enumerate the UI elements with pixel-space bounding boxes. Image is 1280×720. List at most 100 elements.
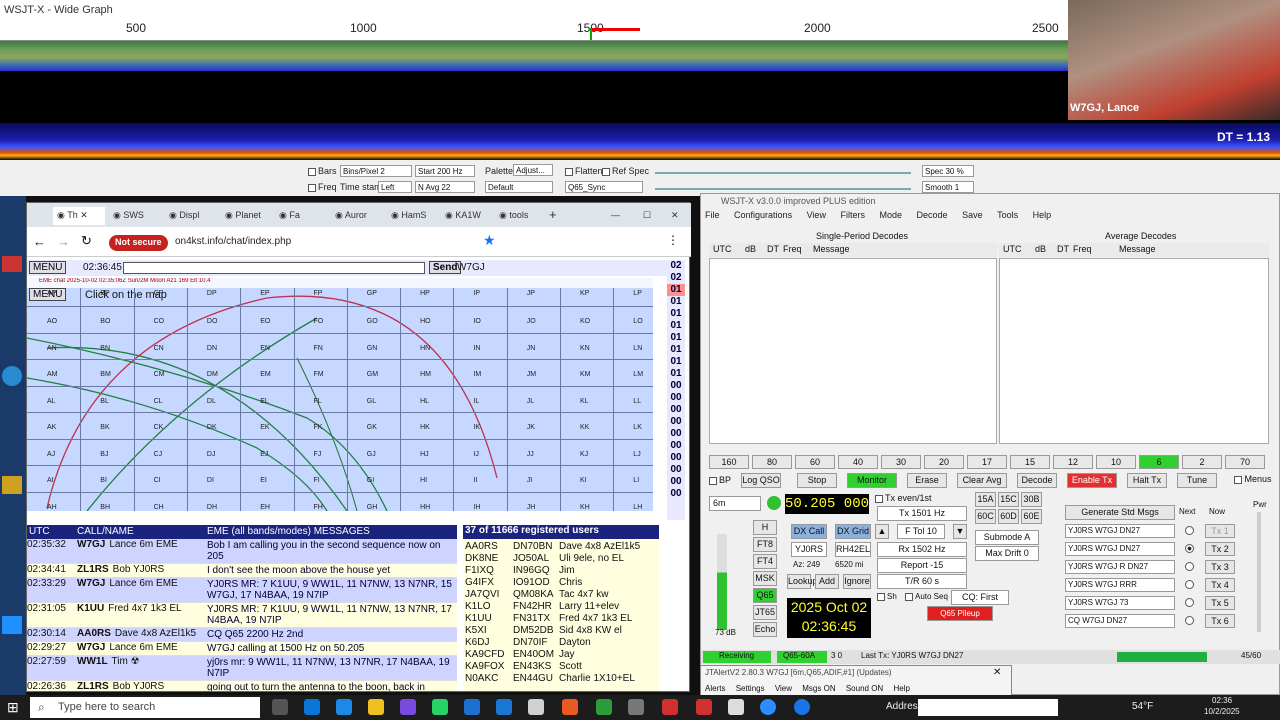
maximize-icon[interactable]: ☐ bbox=[639, 207, 655, 225]
tr-preset-button[interactable]: 60E bbox=[1021, 509, 1042, 524]
user-call[interactable]: KA9CFD bbox=[465, 649, 511, 660]
halt-tx-button[interactable]: Halt Tx bbox=[1127, 473, 1167, 488]
desktop-icon[interactable] bbox=[2, 476, 22, 494]
jtalert-menu-item[interactable]: Msgs ON bbox=[802, 684, 835, 693]
sh-checkbox[interactable]: Sh bbox=[877, 592, 897, 601]
user-call[interactable]: K1LO bbox=[465, 601, 511, 612]
menu-help[interactable]: Help bbox=[1033, 210, 1052, 220]
menu-tools[interactable]: Tools bbox=[997, 210, 1018, 220]
app-icon[interactable] bbox=[528, 699, 544, 715]
dx-call-button[interactable]: DX Call bbox=[791, 524, 827, 539]
tx-now-button[interactable]: Tx 6 bbox=[1205, 614, 1235, 628]
band-button[interactable]: 70 bbox=[1225, 455, 1265, 469]
message-sender[interactable]: W7GJ Lance 6m EME bbox=[77, 642, 205, 653]
band-select[interactable]: 6m bbox=[709, 496, 761, 511]
jtalert-menu-item[interactable]: View bbox=[775, 684, 792, 693]
edge-icon[interactable] bbox=[304, 699, 320, 715]
tray-time[interactable]: 02:36 bbox=[1212, 696, 1232, 705]
tab-active[interactable]: ◉ Th ✕ bbox=[53, 207, 105, 225]
sender-call[interactable]: AA0RS bbox=[77, 628, 111, 639]
monitor-button[interactable]: Monitor bbox=[847, 473, 897, 488]
tx-message-field[interactable]: YJ0RS W7GJ DN27 bbox=[1065, 542, 1175, 556]
waterfall[interactable] bbox=[0, 41, 1068, 71]
chat-menu-button[interactable]: MENU bbox=[29, 261, 67, 274]
smooth-spinner[interactable]: Smooth 1 bbox=[922, 181, 974, 193]
forward-icon[interactable]: → bbox=[57, 234, 70, 249]
sender-call[interactable]: ZL1RS bbox=[77, 681, 109, 691]
tr-preset-button[interactable]: 15A bbox=[975, 492, 996, 507]
app-icon[interactable] bbox=[496, 699, 512, 715]
tx-next-radio[interactable] bbox=[1185, 544, 1194, 553]
tx-message-field[interactable]: YJ0RS W7GJ R DN27 bbox=[1065, 560, 1175, 574]
clear-avg-button[interactable]: Clear Avg bbox=[957, 473, 1007, 488]
tx-message-field[interactable]: CQ W7GJ DN27 bbox=[1065, 614, 1175, 628]
timestamp-select[interactable]: Left bbox=[378, 181, 412, 193]
sender-call[interactable]: K1UU bbox=[77, 603, 104, 614]
user-call[interactable]: K6DJ bbox=[465, 637, 511, 648]
tx-now-button[interactable]: Tx 2 bbox=[1205, 542, 1235, 556]
reload-icon[interactable]: ↻ bbox=[81, 233, 92, 249]
app-icon[interactable] bbox=[464, 699, 480, 715]
user-call[interactable]: N0AKC bbox=[465, 673, 511, 684]
message-sender[interactable]: ZL1RS Bob YJ0RS bbox=[77, 564, 205, 575]
band-button[interactable]: 30 bbox=[881, 455, 921, 469]
max-drift-spinner[interactable]: Max Drift 0 bbox=[975, 546, 1039, 561]
average-decodes-panel[interactable] bbox=[999, 258, 1269, 444]
message-sender[interactable]: W7GJ Lance 6m EME bbox=[77, 578, 205, 589]
band-button[interactable]: 2 bbox=[1182, 455, 1222, 469]
task-view-icon[interactable] bbox=[272, 699, 288, 715]
menu-filters[interactable]: Filters bbox=[840, 210, 865, 220]
app-icon[interactable] bbox=[628, 699, 644, 715]
tab[interactable]: ◉ Auror bbox=[331, 207, 371, 225]
jtalert-close-icon[interactable]: ✕ bbox=[993, 667, 1001, 678]
app-icon[interactable] bbox=[728, 699, 744, 715]
tx-next-radio[interactable] bbox=[1185, 616, 1194, 625]
menus-checkbox[interactable]: Menus bbox=[1233, 473, 1273, 488]
bars-checkbox[interactable]: Bars bbox=[308, 166, 337, 176]
auto-seq-checkbox[interactable]: Auto Seq bbox=[905, 592, 948, 601]
jtalert-menu-item[interactable]: Alerts bbox=[705, 684, 725, 693]
edge-icon[interactable] bbox=[336, 699, 352, 715]
back-icon[interactable]: ← bbox=[33, 234, 46, 249]
tr-preset-button[interactable]: 30B bbox=[1021, 492, 1042, 507]
address-toolbar-input[interactable] bbox=[918, 699, 1058, 716]
app-icon[interactable] bbox=[562, 699, 578, 715]
close-window-icon[interactable]: ✕ bbox=[667, 207, 683, 225]
band-button[interactable]: 12 bbox=[1053, 455, 1093, 469]
browser-menu-icon[interactable]: ⋮ bbox=[667, 233, 679, 247]
band-button[interactable]: 160 bbox=[709, 455, 749, 469]
gain-slider[interactable] bbox=[655, 172, 911, 174]
rx-to-tx-icon[interactable]: ▼ bbox=[953, 524, 967, 539]
freq-checkbox[interactable]: Freq bbox=[308, 182, 337, 192]
generate-std-msgs-button[interactable]: Generate Std Msgs bbox=[1065, 505, 1175, 520]
tx-next-radio[interactable] bbox=[1185, 526, 1194, 535]
start-hz-spinner[interactable]: Start 200 Hz bbox=[415, 165, 475, 177]
tx-next-radio[interactable] bbox=[1185, 580, 1194, 589]
music-icon[interactable] bbox=[696, 699, 712, 715]
sender-call[interactable]: WW1L bbox=[77, 656, 108, 667]
tx-next-radio[interactable] bbox=[1185, 562, 1194, 571]
mode-button[interactable]: FT8 bbox=[753, 537, 777, 552]
sender-call[interactable]: W7GJ bbox=[77, 539, 105, 550]
band-button[interactable]: 10 bbox=[1096, 455, 1136, 469]
url-field[interactable]: on4kst.info/chat/index.php bbox=[175, 236, 291, 247]
menu-mode[interactable]: Mode bbox=[879, 210, 902, 220]
tx-to-rx-icon[interactable]: ▲ bbox=[875, 524, 889, 539]
menu-decode[interactable]: Decode bbox=[917, 210, 948, 220]
rx-freq-spinner[interactable]: Rx 1502 Hz bbox=[877, 542, 967, 557]
band-button[interactable]: 60 bbox=[795, 455, 835, 469]
ftol-spinner[interactable]: F Tol 10 bbox=[897, 524, 945, 539]
mode-button[interactable]: JT65 bbox=[753, 605, 777, 620]
tx-next-radio[interactable] bbox=[1185, 598, 1194, 607]
file-explorer-icon[interactable] bbox=[368, 699, 384, 715]
mode-button[interactable]: Echo bbox=[753, 622, 777, 637]
sender-call[interactable]: W7GJ bbox=[77, 578, 105, 589]
dial-frequency[interactable]: 50.205 000 bbox=[785, 494, 869, 514]
tx-now-button[interactable]: Tx 3 bbox=[1205, 560, 1235, 574]
whatsapp-icon[interactable] bbox=[596, 699, 612, 715]
user-call[interactable]: AA0RS bbox=[465, 541, 511, 552]
tx-message-field[interactable]: YJ0RS W7GJ DN27 bbox=[1065, 524, 1175, 538]
desktop-icon[interactable] bbox=[2, 256, 22, 272]
jtalert-menu-item[interactable]: Sound ON bbox=[846, 684, 883, 693]
mode-button[interactable]: Q65 bbox=[753, 588, 777, 603]
